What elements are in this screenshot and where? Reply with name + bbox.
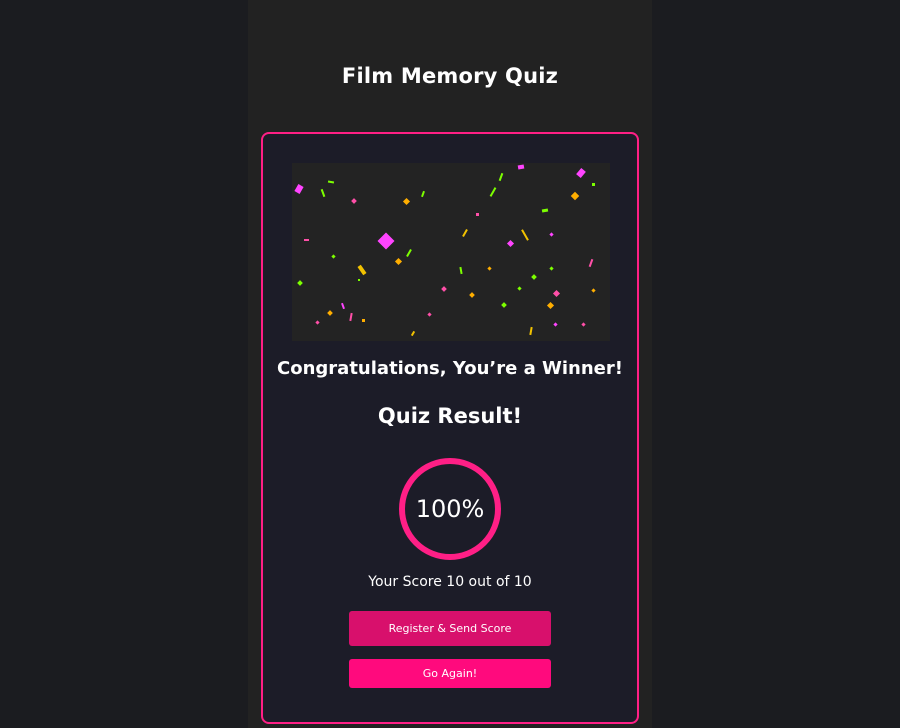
confetti-piece xyxy=(351,198,357,204)
confetti-piece xyxy=(552,289,561,298)
confetti-piece xyxy=(476,213,479,216)
confetti-piece xyxy=(357,264,367,276)
confetti-piece xyxy=(441,286,447,292)
go-again-button[interactable]: Go Again! xyxy=(349,659,551,688)
confetti-piece xyxy=(489,187,497,197)
confetti-piece xyxy=(377,232,395,250)
confetti-piece xyxy=(521,229,529,241)
confetti-piece xyxy=(549,232,554,237)
confetti-piece xyxy=(327,310,333,316)
confetti-piece xyxy=(531,274,537,280)
confetti-piece xyxy=(427,312,432,317)
confetti-piece xyxy=(327,180,335,184)
confetti-piece xyxy=(541,208,549,213)
confetti-piece xyxy=(487,266,492,271)
confetti-piece xyxy=(358,279,360,281)
confetti-piece xyxy=(331,254,336,259)
app-title: Film Memory Quiz xyxy=(341,64,559,88)
confetti-piece xyxy=(546,301,555,310)
confetti-piece xyxy=(462,229,468,237)
confetti-piece xyxy=(410,330,416,337)
confetti-piece xyxy=(498,172,504,182)
confetti-piece xyxy=(406,249,412,257)
confetti-piece xyxy=(304,239,309,241)
confetti-piece xyxy=(297,280,303,286)
confetti-piece xyxy=(588,258,594,268)
confetti-piece xyxy=(553,322,558,327)
confetti-piece xyxy=(570,191,580,201)
confetti-piece xyxy=(459,266,463,275)
confetti-piece xyxy=(517,164,525,170)
confetti-piece xyxy=(362,319,365,322)
confetti-piece xyxy=(402,197,411,206)
result-card: Congratulations, You’re a Winner! Quiz R… xyxy=(261,132,639,724)
confetti-canvas xyxy=(294,164,596,337)
register-send-score-button[interactable]: Register & Send Score xyxy=(349,611,551,646)
confetti-piece xyxy=(517,286,522,291)
confetti-piece xyxy=(320,188,326,198)
confetti-piece xyxy=(469,292,475,298)
confetti-piece xyxy=(592,183,595,186)
confetti-piece xyxy=(529,326,533,336)
confetti-piece xyxy=(421,190,425,198)
confetti-piece xyxy=(349,312,353,322)
confetti-piece xyxy=(549,266,554,271)
score-summary: Your Score 10 out of 10 xyxy=(368,574,532,590)
confetti-animation xyxy=(292,163,610,341)
confetti-piece xyxy=(506,239,515,248)
confetti-piece xyxy=(394,257,403,266)
score-ring: 100% xyxy=(399,458,501,560)
result-heading: Quiz Result! xyxy=(377,404,523,428)
confetti-piece xyxy=(294,184,304,194)
confetti-piece xyxy=(341,302,345,310)
confetti-piece xyxy=(576,168,586,178)
congrats-message: Congratulations, You’re a Winner! xyxy=(277,358,623,379)
confetti-piece xyxy=(591,288,596,293)
confetti-piece xyxy=(315,320,320,325)
score-percent: 100% xyxy=(415,495,485,523)
confetti-piece xyxy=(581,322,586,327)
confetti-piece xyxy=(501,302,507,308)
